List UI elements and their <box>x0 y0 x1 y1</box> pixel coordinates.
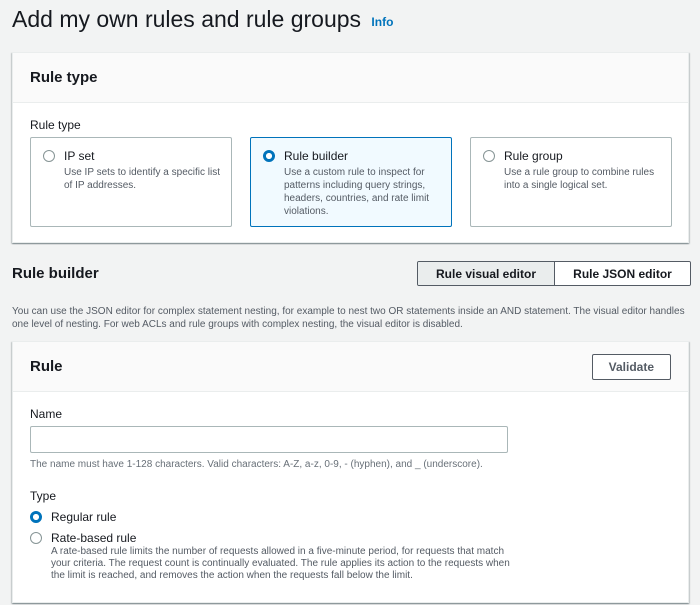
tile-rule-builder[interactable]: Rule builder Use a custom rule to inspec… <box>250 137 452 227</box>
regular-rule-radio[interactable] <box>30 511 42 523</box>
rule-builder-description: Use a custom rule to inspect for pattern… <box>284 167 430 217</box>
page-title-text: Add my own rules and rule groups <box>12 6 362 32</box>
rule-type-panel: Rule type Rule type IP set Use IP sets t… <box>12 52 689 243</box>
rule-panel-header: Rule Validate <box>13 342 688 392</box>
rate-based-rule-label: Rate-based rule <box>51 531 137 545</box>
ip-set-description: Use IP sets to identify a specific list … <box>64 167 220 191</box>
tile-rule-group[interactable]: Rule group Use a rule group to combine r… <box>470 137 672 227</box>
name-input[interactable] <box>30 426 508 453</box>
rule-builder-title: Rule builder <box>284 149 349 163</box>
rule-type-panel-header: Rule type <box>13 53 688 103</box>
json-editor-button[interactable]: Rule JSON editor <box>555 262 690 285</box>
info-link[interactable]: Info <box>371 15 393 29</box>
rule-type-header: Rule type <box>30 69 98 86</box>
regular-rule-option[interactable]: Regular rule <box>30 510 116 524</box>
tile-ip-set[interactable]: IP set Use IP sets to identify a specifi… <box>30 137 232 227</box>
rule-group-description: Use a rule group to combine rules into a… <box>504 167 655 191</box>
rule-header: Rule <box>30 358 63 375</box>
type-label: Type <box>30 489 57 503</box>
page-title: Add my own rules and rule groups Info <box>12 6 393 33</box>
ip-set-radio[interactable] <box>43 150 55 162</box>
rule-panel: Rule Validate Name The name must have 1-… <box>12 341 689 603</box>
name-constraint: The name must have 1-128 characters. Val… <box>30 459 483 470</box>
regular-rule-label: Regular rule <box>51 510 117 524</box>
rule-group-radio[interactable] <box>483 150 495 162</box>
rule-group-title: Rule group <box>504 149 563 163</box>
rule-builder-radio[interactable] <box>263 150 275 162</box>
editor-help-text: You can use the JSON editor for complex … <box>12 306 685 330</box>
editor-mode-toggle: Rule visual editor Rule JSON editor <box>417 261 691 286</box>
rate-based-rule-option[interactable]: Rate-based rule <box>30 531 136 545</box>
name-label: Name <box>30 407 63 421</box>
visual-editor-button[interactable]: Rule visual editor <box>418 262 555 285</box>
rule-type-field-label: Rule type <box>30 118 81 132</box>
rate-based-rule-radio[interactable] <box>30 532 42 544</box>
rate-based-rule-description: A rate-based rule limits the number of r… <box>51 546 510 581</box>
rule-builder-title: Rule builder <box>12 265 99 282</box>
ip-set-title: IP set <box>64 149 95 163</box>
validate-button[interactable]: Validate <box>591 353 671 380</box>
